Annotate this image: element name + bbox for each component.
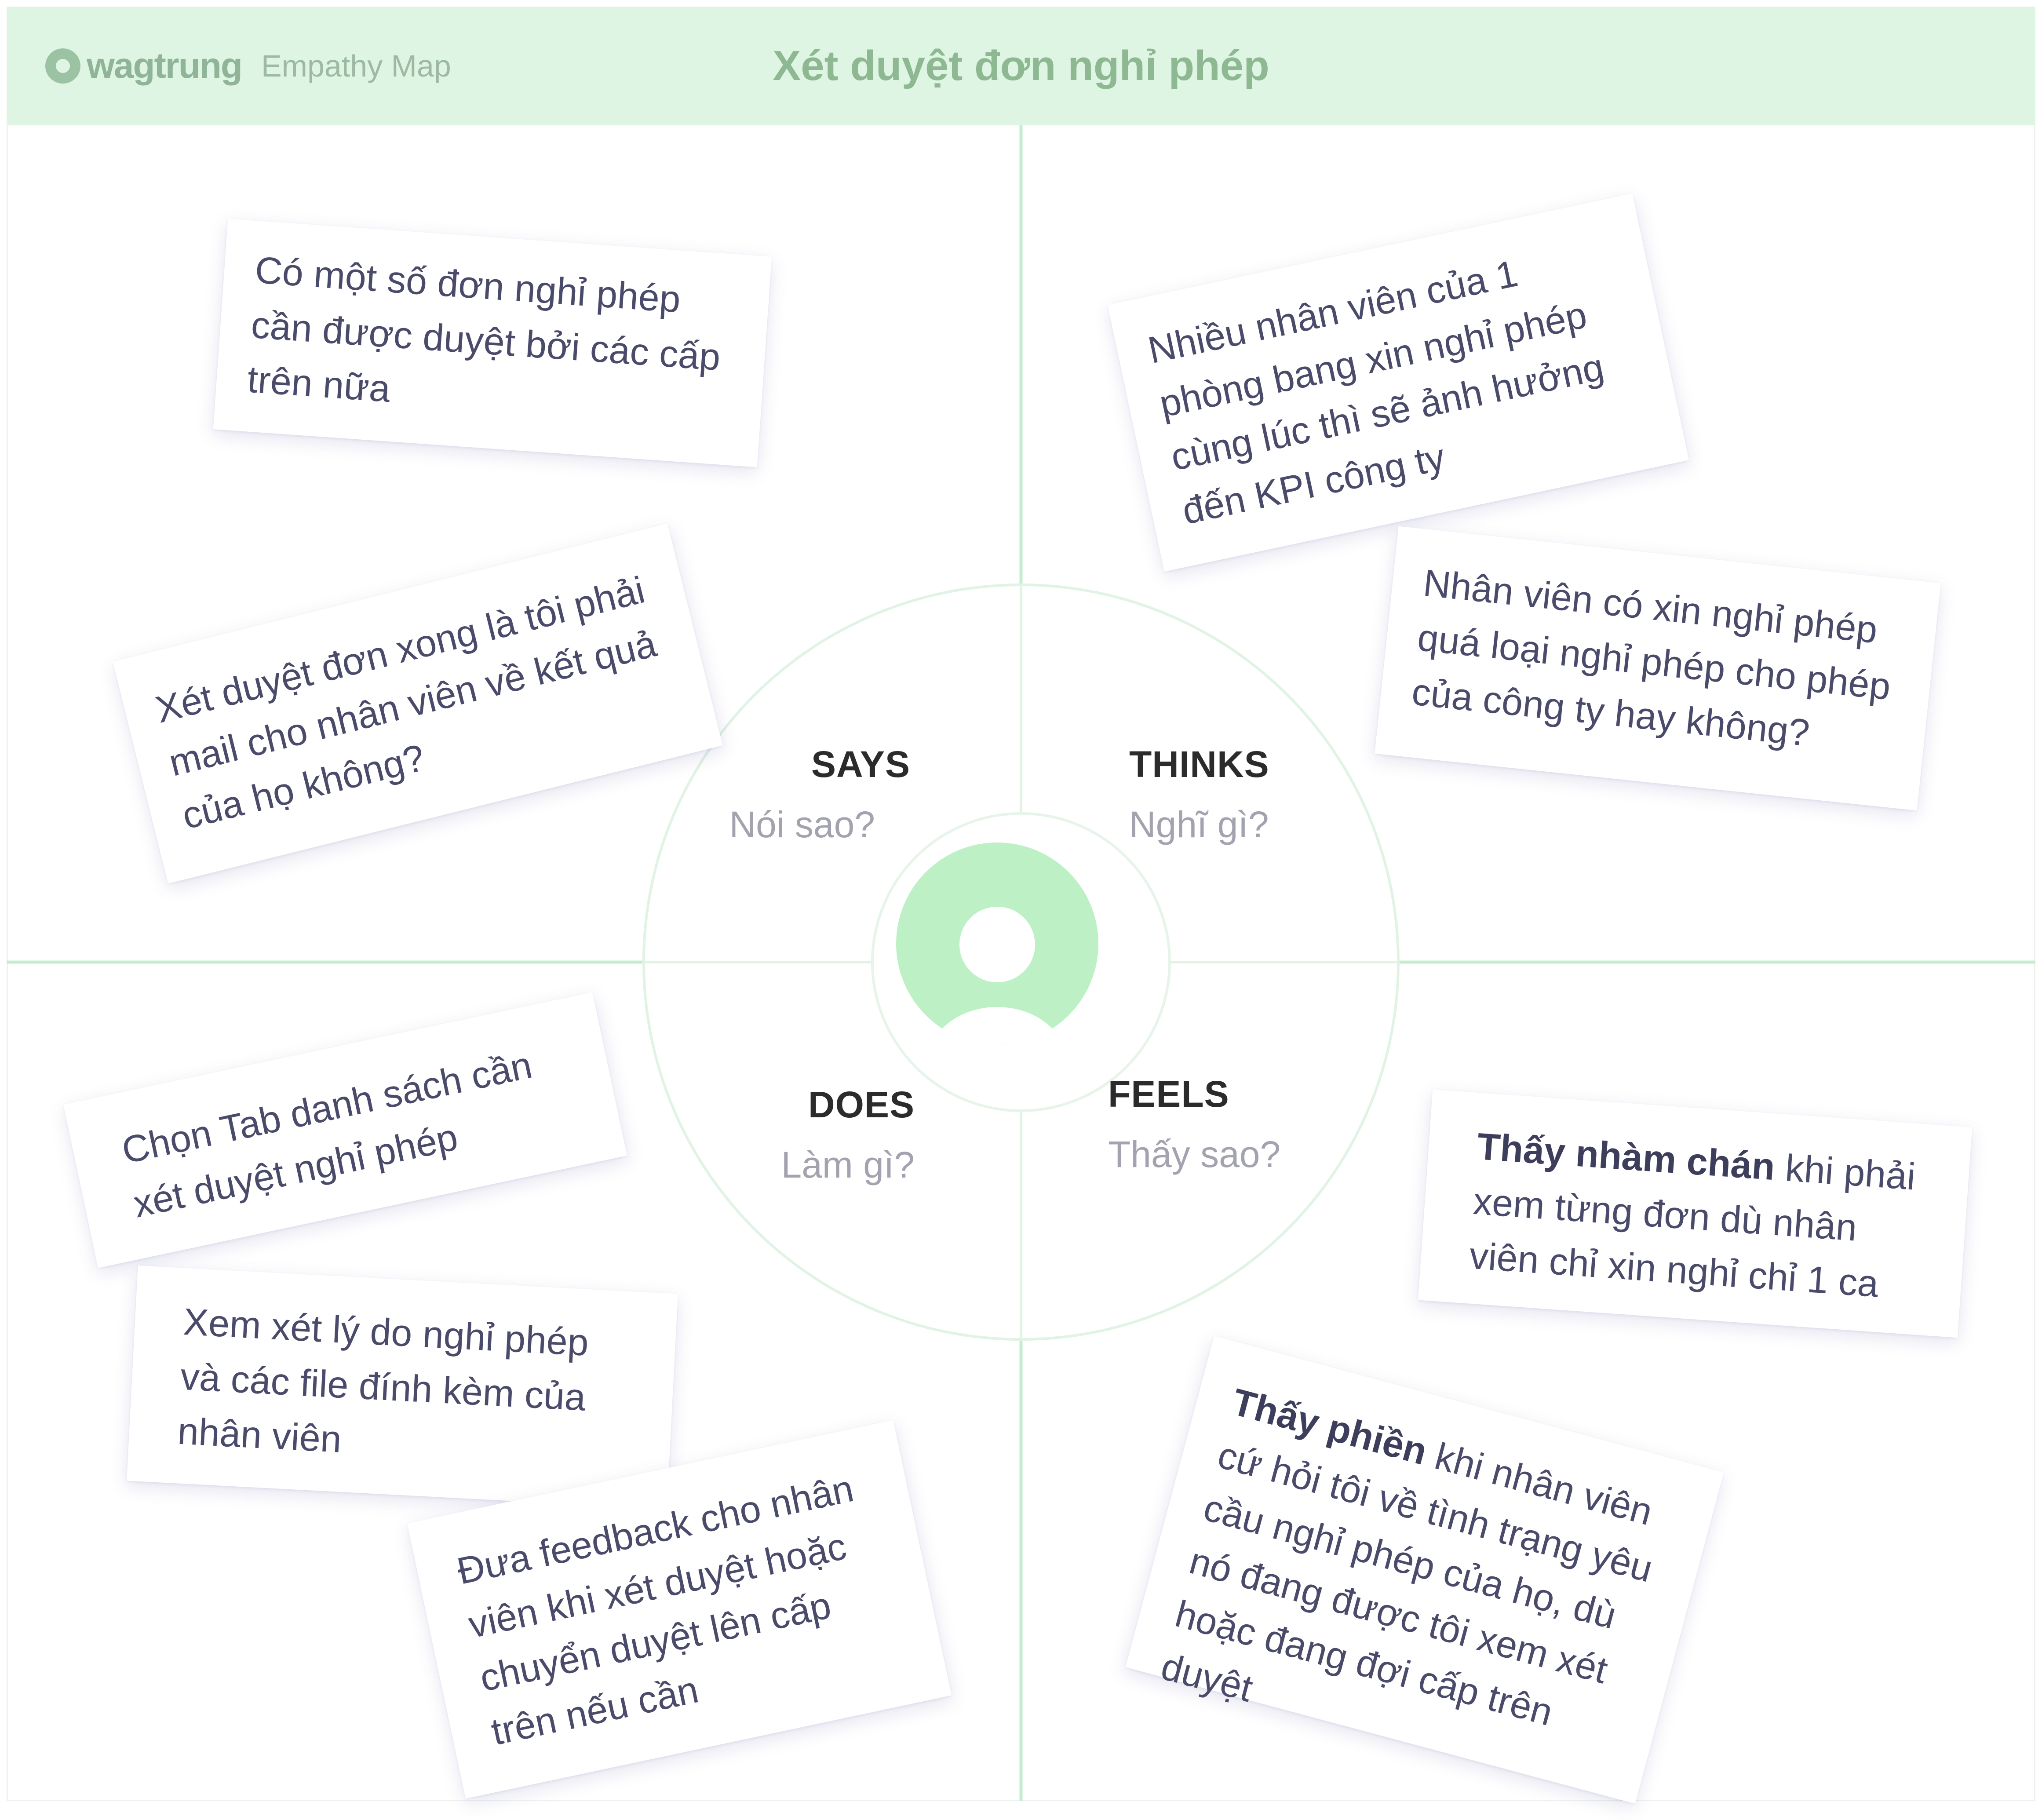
sticky-note-does-2[interactable]: Xem xét lý do nghỉ phép và các file đính… <box>127 1266 678 1509</box>
quadrant-does-label: DOES Làm gì? <box>721 1083 915 1186</box>
quadrant-says-label: SAYS Nói sao? <box>726 743 910 846</box>
quadrant-thinks-label: THINKS Nghĩ gì? <box>1129 743 1314 846</box>
quadrant-title: THINKS <box>1129 744 1269 785</box>
note-text: Đưa feedback cho nhân viên khi xét duyệt… <box>453 1467 857 1754</box>
sticky-note-says-1[interactable]: Có một số đơn nghỉ phép cần được duyệt b… <box>213 219 772 467</box>
quadrant-subtitle: Làm gì? <box>781 1144 915 1185</box>
quadrant-title: DOES <box>808 1084 915 1125</box>
note-text: khi nhân viên cứ hỏi tôi về tình trạng y… <box>1156 1432 1657 1734</box>
quadrant-feels-label: FEELS Thấy sao? <box>1108 1073 1328 1176</box>
quadrant-subtitle: Nghĩ gì? <box>1129 804 1269 845</box>
quadrant-subtitle: Thấy sao? <box>1108 1134 1281 1175</box>
note-text: Nhân viên có xin nghỉ phép quá loại nghỉ… <box>1410 562 1893 755</box>
note-emphasis: Thấy nhàm chán <box>1476 1125 1776 1189</box>
note-text: Xem xét lý do nghỉ phép và các file đính… <box>176 1300 590 1461</box>
note-text: Nhiều nhân viên của 1 phòng bang xin ngh… <box>1144 252 1608 533</box>
page-title: Xét duyệt đơn nghỉ phép <box>773 42 1269 89</box>
quadrant-title: SAYS <box>811 744 910 785</box>
note-text: Có một số đơn nghỉ phép cần được duyệt b… <box>246 249 722 411</box>
quadrant-subtitle: Nói sao? <box>729 804 875 845</box>
header-bar: wagtrung Empathy Map Xét duyệt đơn nghỉ … <box>7 7 2035 125</box>
quadrant-title: FEELS <box>1108 1073 1229 1115</box>
sticky-note-feels-1[interactable]: Thấy nhàm chán khi phải xem từng đơn dù … <box>1418 1089 1973 1338</box>
